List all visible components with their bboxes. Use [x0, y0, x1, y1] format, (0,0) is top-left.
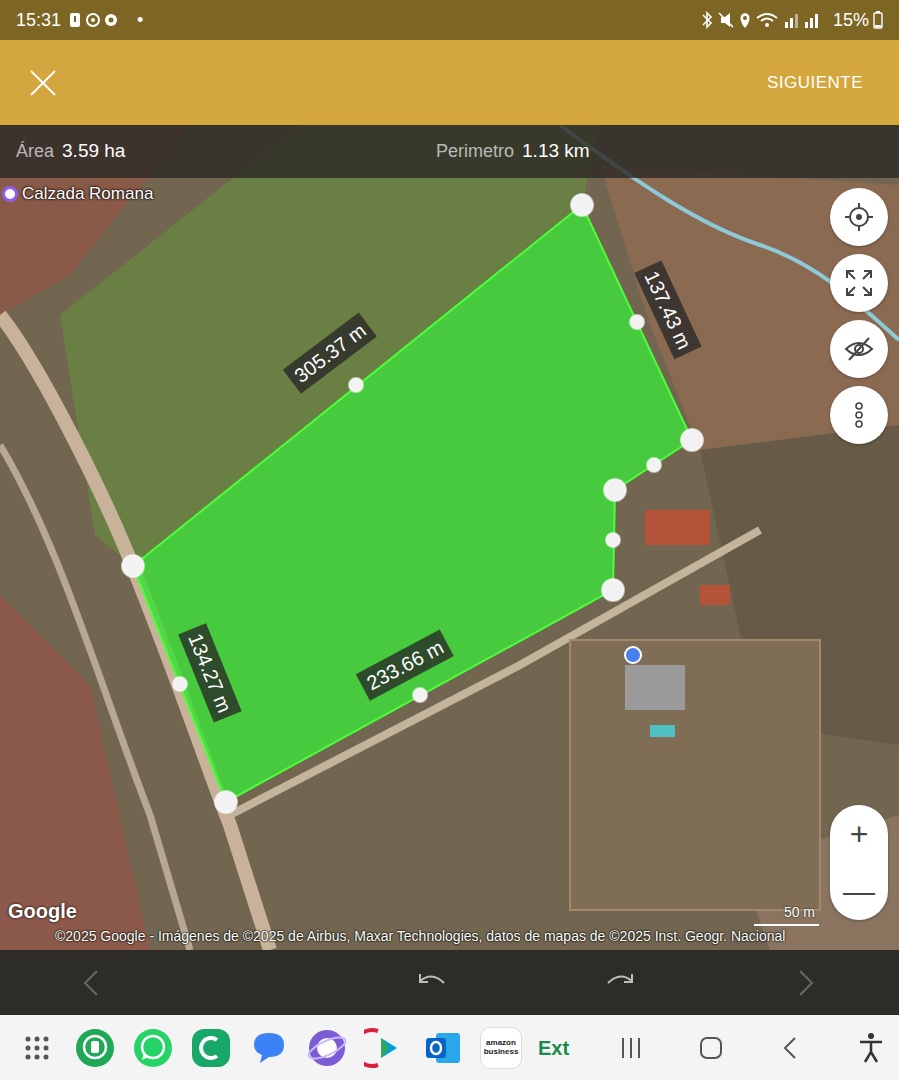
status-dot: • — [137, 7, 143, 34]
undo-button[interactable] — [412, 963, 452, 1003]
accessibility-icon[interactable] — [851, 1028, 891, 1068]
map-attribution: ©2025 Google - Imágenes de ©2025 de Airb… — [55, 926, 785, 947]
fit-button[interactable] — [830, 254, 888, 312]
map[interactable]: Área 3.59 ha Perimetro 1.13 km Calzada R… — [0, 125, 899, 950]
redo-button[interactable] — [600, 963, 640, 1003]
google-logo: Google — [8, 896, 77, 926]
zoom-control: + — — [830, 805, 888, 920]
back-icon[interactable] — [771, 1028, 811, 1068]
outlook-icon[interactable] — [422, 1027, 464, 1069]
play-store-icon[interactable] — [364, 1027, 406, 1069]
place-pin-icon — [2, 186, 18, 202]
phone-app-icon[interactable] — [190, 1027, 232, 1069]
more-icon — [844, 400, 874, 430]
place-label: Calzada Romana — [22, 181, 153, 207]
redo-icon — [600, 963, 640, 1003]
previous-button[interactable] — [72, 963, 112, 1003]
chevron-right-icon — [785, 963, 825, 1003]
status-bar: 15:31 • 15% — [0, 0, 899, 40]
eye-slash-icon — [844, 334, 874, 364]
more-button[interactable] — [830, 386, 888, 444]
system-status-icon — [699, 10, 829, 30]
home-icon[interactable] — [691, 1028, 731, 1068]
amazon-business-app[interactable]: amazon business — [480, 1027, 522, 1069]
undo-icon — [412, 963, 452, 1003]
browser-icon[interactable] — [306, 1027, 348, 1069]
scale-bar: 50 m — [754, 902, 819, 926]
battery-icon — [873, 11, 883, 29]
expand-icon — [844, 268, 874, 298]
map-controls — [830, 188, 888, 444]
messages-icon[interactable] — [248, 1027, 290, 1069]
ext-app[interactable]: Ext — [538, 1033, 569, 1063]
next-step-button[interactable] — [785, 963, 825, 1003]
area-label: Área — [16, 138, 54, 165]
zoom-in-button[interactable]: + — [830, 805, 888, 862]
close-button[interactable] — [24, 64, 62, 102]
amazon-business-label: amazon business — [484, 1039, 519, 1056]
edit-toolbar — [0, 950, 899, 1015]
place-marker[interactable]: Calzada Romana — [2, 181, 153, 207]
navigation-bar: amazon business Ext — [0, 1015, 899, 1080]
crosshair-icon — [844, 202, 874, 232]
notification-icon — [69, 12, 129, 28]
app-drawer-icon[interactable] — [16, 1027, 58, 1069]
close-icon — [28, 68, 58, 98]
perimeter-label: Perimetro — [436, 138, 514, 165]
whatsapp-icon[interactable] — [132, 1027, 174, 1069]
area-value: 3.59 ha — [62, 137, 125, 166]
app-bar: SIGUIENTE — [0, 40, 899, 125]
chevron-left-icon — [72, 963, 112, 1003]
zoom-out-button[interactable]: — — [830, 862, 888, 919]
battery-level: 15% — [833, 7, 869, 34]
measurement-bar: Área 3.59 ha Perimetro 1.13 km — [0, 125, 899, 178]
satellite-map — [0, 125, 899, 950]
whatsapp-business-icon[interactable] — [74, 1027, 116, 1069]
next-button[interactable]: SIGUIENTE — [755, 64, 875, 102]
locate-button[interactable] — [830, 188, 888, 246]
perimeter-value: 1.13 km — [522, 137, 590, 166]
visibility-button[interactable] — [830, 320, 888, 378]
recent-apps-icon[interactable] — [611, 1028, 651, 1068]
clock: 15:31 — [16, 7, 61, 34]
